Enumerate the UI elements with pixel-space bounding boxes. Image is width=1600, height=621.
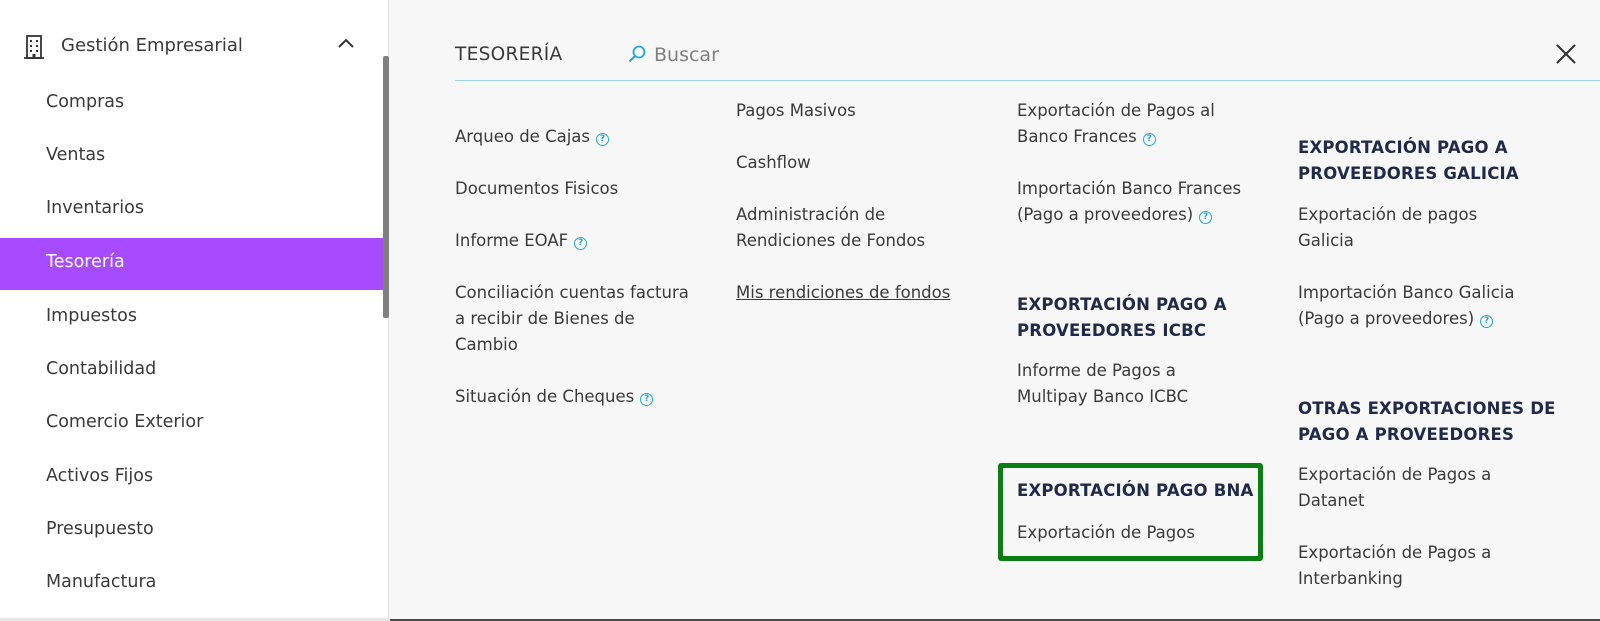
- help-icon[interactable]: ?: [1480, 315, 1494, 328]
- sidebar-item-tesoreria[interactable]: Tesorería: [0, 238, 383, 290]
- link-line: Conciliación cuentas factura: [455, 283, 689, 302]
- link-label: Situación de Cheques: [455, 387, 635, 406]
- sidebar-item-label: Presupuesto: [46, 519, 154, 539]
- sidebar-item-contabilidad[interactable]: Contabilidad: [0, 345, 383, 397]
- link-line: Exportación de pagos: [1298, 205, 1478, 224]
- search-input[interactable]: [654, 40, 1154, 70]
- building-icon: [24, 35, 44, 59]
- group-title-line: OTRAS EXPORTACIONES DE: [1298, 399, 1556, 418]
- sidebar-item-activos-fijos[interactable]: Activos Fijos: [0, 452, 383, 504]
- link-situacion-de-cheques[interactable]: Situación de Cheques?: [455, 384, 654, 410]
- link-label: Arqueo de Cajas: [455, 127, 590, 146]
- link-line: Cambio: [455, 335, 518, 354]
- link-line: Banco Frances: [1017, 127, 1137, 146]
- sidebar-item-label: Contabilidad: [46, 359, 157, 379]
- help-icon[interactable]: ?: [574, 237, 588, 250]
- link-line: Exportación de Pagos a: [1298, 465, 1492, 484]
- link-line: Exportación de Pagos a: [1298, 543, 1492, 562]
- sidebar-item-label: Comercio Exterior: [46, 412, 204, 432]
- help-icon[interactable]: ?: [1199, 211, 1213, 224]
- link-arqueo-de-cajas[interactable]: Arqueo de Cajas?: [455, 124, 609, 150]
- link-line: Rendiciones de Fondos: [736, 231, 926, 250]
- link-line: Exportación de Pagos al: [1017, 101, 1215, 120]
- link-administracion-rendiciones[interactable]: Administración de Rendiciones de Fondos: [736, 202, 925, 254]
- help-icon[interactable]: ?: [596, 133, 609, 146]
- sidebar-item-comercio-exterior[interactable]: Comercio Exterior: [0, 398, 383, 450]
- sidebar-item-label: Tesorería: [46, 252, 125, 272]
- sidebar-item-manufactura[interactable]: Manufactura: [0, 558, 383, 610]
- link-mis-rendiciones-de-fondos[interactable]: Mis rendiciones de fondos: [736, 280, 950, 306]
- link-documentos-fisicos[interactable]: Documentos Fisicos: [455, 176, 618, 202]
- sidebar-item-label: Inventarios: [46, 198, 144, 218]
- group-title-icbc: EXPORTACIÓN PAGO A PROVEEDORES ICBC: [1017, 292, 1227, 344]
- sidebar-item-ventas[interactable]: Ventas: [0, 131, 383, 183]
- group-title-line: EXPORTACIÓN PAGO A: [1298, 138, 1508, 157]
- link-line: a recibir de Bienes de: [455, 309, 635, 328]
- link-line: Informe de Pagos a: [1017, 361, 1176, 380]
- group-title-line: PAGO A PROVEEDORES: [1298, 425, 1515, 444]
- group-title-line: EXPORTACIÓN PAGO A: [1017, 295, 1227, 314]
- group-title-galicia: EXPORTACIÓN PAGO A PROVEEDORES GALICIA: [1298, 135, 1519, 187]
- sidebar-item-label: Manufactura: [46, 572, 157, 592]
- link-line: Importación Banco Frances: [1017, 179, 1242, 198]
- link-label: Informe EOAF: [455, 231, 569, 250]
- sidebar-group-header[interactable]: Gestión Empresarial: [0, 26, 383, 66]
- close-icon[interactable]: [1555, 43, 1577, 65]
- link-line: (Pago a proveedores): [1017, 205, 1194, 224]
- link-conciliacion-cuentas[interactable]: Conciliación cuentas factura a recibir d…: [455, 280, 689, 358]
- sidebar-item-impuestos[interactable]: Impuestos: [0, 292, 383, 344]
- group-title-line: PROVEEDORES ICBC: [1017, 321, 1207, 340]
- link-line: Galicia: [1298, 231, 1354, 250]
- link-exportacion-pagos-datanet[interactable]: Exportación de Pagos a Datanet: [1298, 462, 1491, 514]
- sidebar-item-presupuesto[interactable]: Presupuesto: [0, 505, 383, 557]
- link-informe-eoaf[interactable]: Informe EOAF?: [455, 228, 588, 254]
- sidebar-item-label: Compras: [46, 92, 125, 112]
- link-exportacion-pagos-interbanking[interactable]: Exportación de Pagos a Interbanking: [1298, 540, 1491, 592]
- sidebar: Gestión Empresarial Compras Ventas Inven…: [0, 0, 389, 621]
- link-pagos-masivos[interactable]: Pagos Masivos: [736, 98, 856, 124]
- sidebar-group-title: Gestión Empresarial: [61, 35, 243, 56]
- group-title-otras: OTRAS EXPORTACIONES DE PAGO A PROVEEDORE…: [1298, 396, 1556, 448]
- sidebar-item-label: Ventas: [46, 145, 106, 165]
- chevron-up-icon[interactable]: [337, 36, 355, 50]
- sidebar-item-inventarios[interactable]: Inventarios: [0, 184, 383, 236]
- link-line: Multipay Banco ICBC: [1017, 387, 1189, 406]
- link-line: Importación Banco Galicia: [1298, 283, 1515, 302]
- search-underline: [455, 80, 1600, 81]
- link-line: Datanet: [1298, 491, 1365, 510]
- sidebar-scrollbar[interactable]: [383, 56, 389, 318]
- link-informe-pagos-multipay-icbc[interactable]: Informe de Pagos a Multipay Banco ICBC: [1017, 358, 1188, 410]
- help-icon[interactable]: ?: [640, 393, 654, 406]
- link-importacion-banco-frances[interactable]: Importación Banco Frances (Pago a provee…: [1017, 176, 1241, 228]
- sidebar-item-compras[interactable]: Compras: [0, 78, 383, 130]
- link-importacion-banco-galicia[interactable]: Importación Banco Galicia (Pago a provee…: [1298, 280, 1514, 332]
- link-line: Interbanking: [1298, 569, 1403, 588]
- group-title-line: PROVEEDORES GALICIA: [1298, 164, 1519, 183]
- search-icon: [628, 45, 646, 63]
- link-exportacion-pagos-banco-frances[interactable]: Exportación de Pagos al Banco Frances?: [1017, 98, 1215, 150]
- sidebar-item-label: Activos Fijos: [46, 466, 154, 486]
- sidebar-item-label: Impuestos: [46, 306, 137, 326]
- section-title: TESORERÍA: [455, 44, 563, 65]
- help-icon[interactable]: ?: [1142, 133, 1156, 146]
- link-exportacion-pagos-galicia[interactable]: Exportación de pagos Galicia: [1298, 202, 1477, 254]
- link-cashflow[interactable]: Cashflow: [736, 150, 811, 176]
- link-line: Administración de: [736, 205, 886, 224]
- highlight-box: [998, 463, 1263, 561]
- link-line: (Pago a proveedores): [1298, 309, 1475, 328]
